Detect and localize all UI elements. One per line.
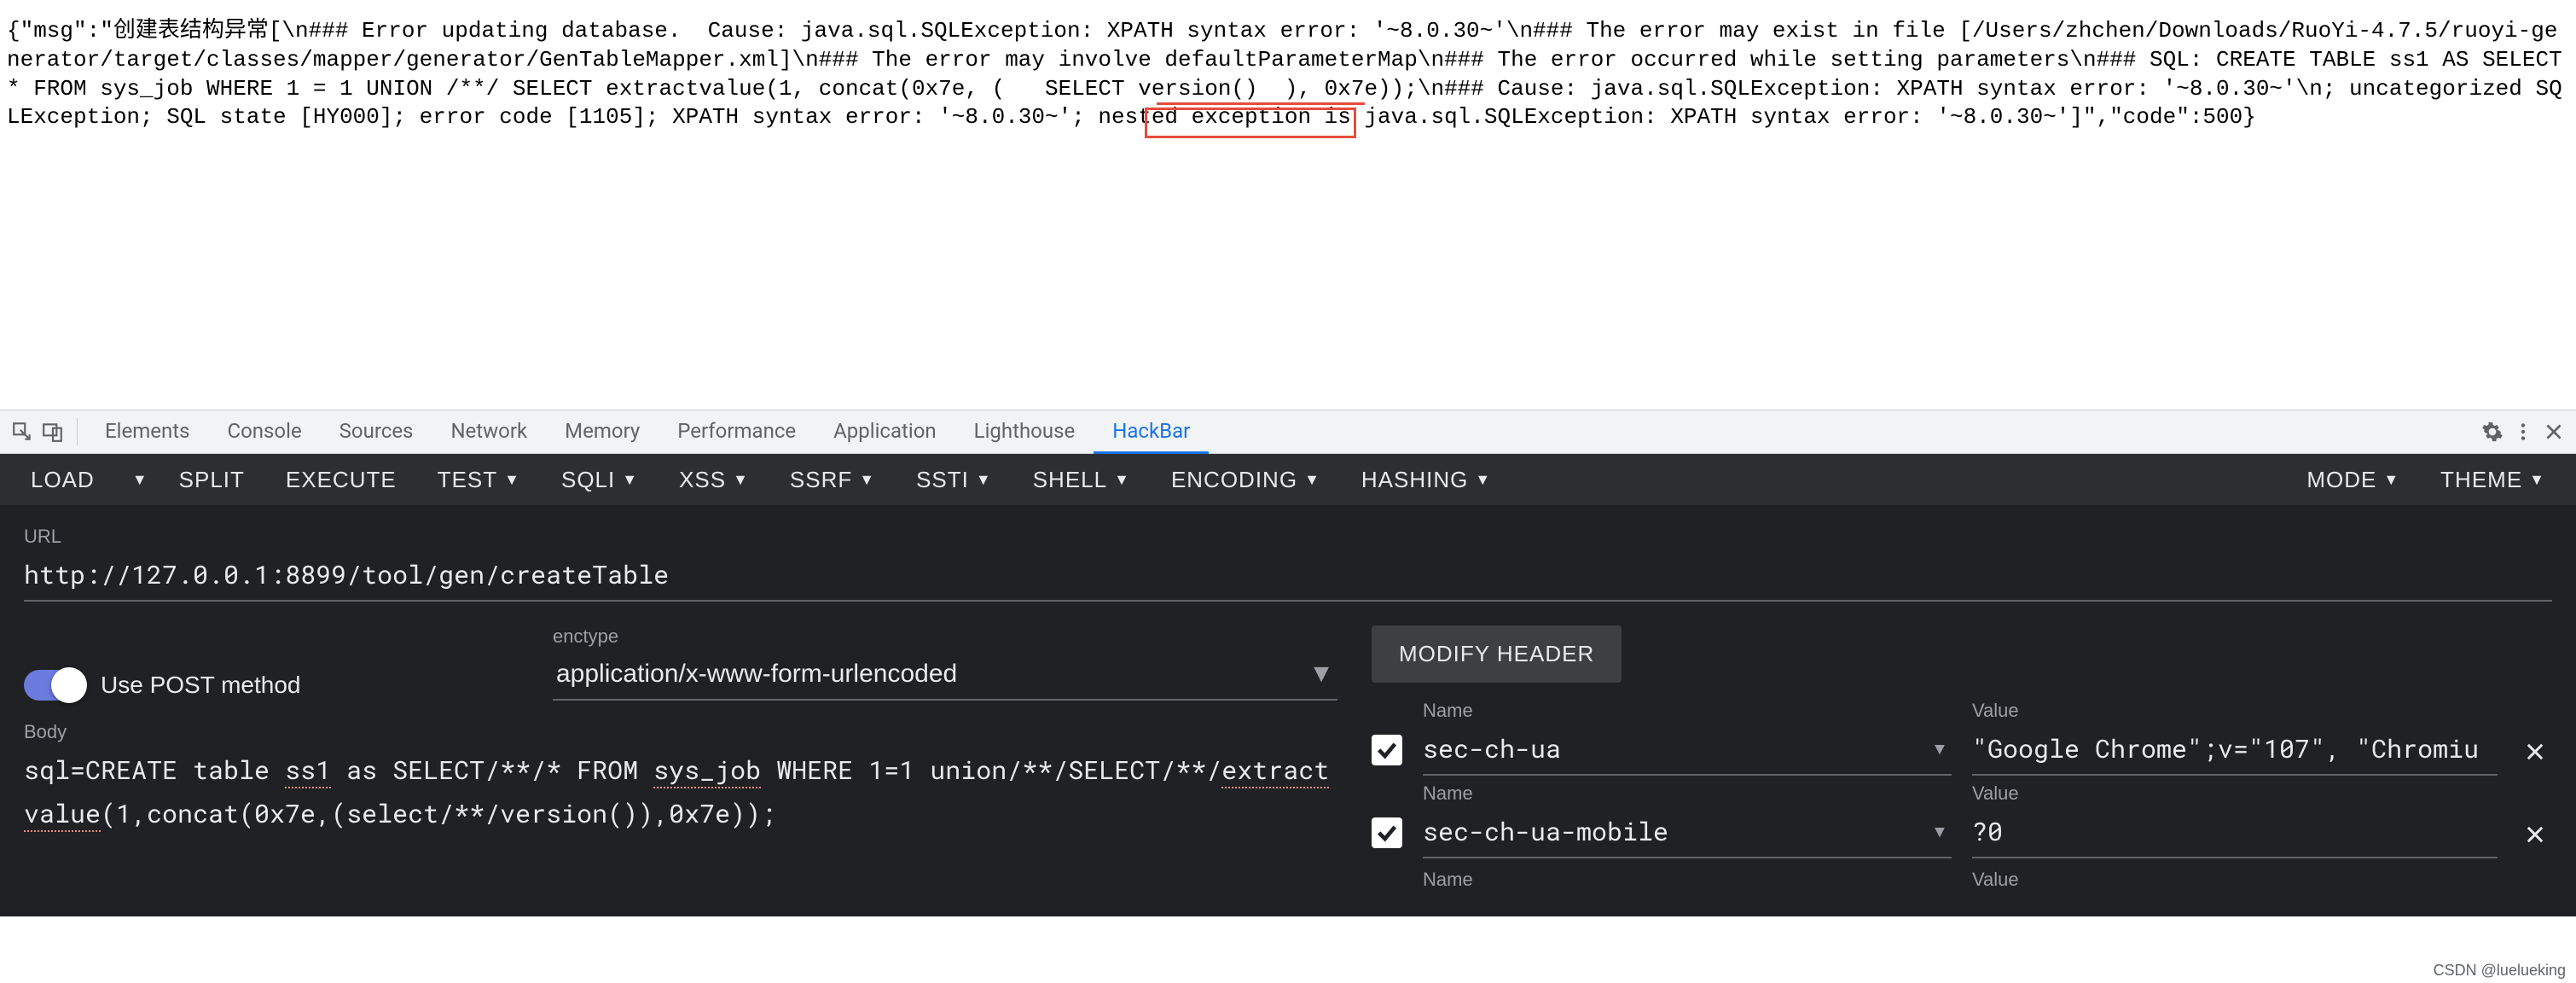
- settings-icon[interactable]: [2477, 416, 2508, 447]
- tab-console[interactable]: Console: [208, 410, 320, 454]
- header-value-input[interactable]: [1972, 810, 2498, 858]
- post-method-toggle[interactable]: [24, 670, 84, 701]
- chevron-down-icon: ▼: [1308, 660, 1334, 689]
- split-button[interactable]: SPLIT: [159, 454, 265, 505]
- header-row: Name ▼ Value: [1372, 782, 2552, 858]
- header-row: Name ▼ Value: [1372, 700, 2552, 776]
- header-value-input[interactable]: [1972, 727, 2498, 776]
- enctype-value: application/x-www-form-urlencoded: [556, 660, 957, 689]
- close-devtools-icon[interactable]: [2538, 416, 2569, 447]
- xss-button[interactable]: XSS▼: [659, 454, 769, 505]
- enctype-select[interactable]: application/x-www-form-urlencoded ▼: [553, 653, 1337, 701]
- watermark: CSDN @luelueking: [2434, 962, 2566, 980]
- chevron-down-icon[interactable]: ▼: [1935, 820, 1945, 843]
- execute-button[interactable]: EXECUTE: [265, 454, 417, 505]
- header-checkbox[interactable]: [1372, 735, 1402, 765]
- tab-memory[interactable]: Memory: [546, 410, 659, 454]
- ssrf-button[interactable]: SSRF▼: [769, 454, 896, 505]
- tab-hackbar[interactable]: HackBar: [1094, 410, 1209, 454]
- header-checkbox[interactable]: [1372, 817, 1402, 848]
- remove-header-icon[interactable]: [2518, 735, 2552, 769]
- tab-sources[interactable]: Sources: [321, 410, 432, 454]
- chevron-down-icon[interactable]: ▼: [1935, 737, 1945, 760]
- header-name-label: Name: [1423, 869, 1952, 891]
- device-toggle-icon[interactable]: [38, 416, 68, 447]
- body-label: Body: [24, 721, 1337, 743]
- tab-elements[interactable]: Elements: [86, 410, 208, 454]
- hackbar-toolbar: LOAD ▼ SPLIT EXECUTE TEST▼ SQLI▼ XSS▼ SS…: [0, 454, 2576, 505]
- sqli-button[interactable]: SQLI▼: [541, 454, 659, 505]
- tab-lighthouse[interactable]: Lighthouse: [955, 410, 1094, 454]
- inspect-icon[interactable]: [7, 416, 38, 447]
- header-value-label: Value: [1972, 700, 2498, 722]
- header-name-input[interactable]: [1423, 727, 1952, 776]
- test-button[interactable]: TEST▼: [417, 454, 541, 505]
- post-toggle-label: Use POST method: [101, 672, 300, 699]
- more-icon[interactable]: [2508, 416, 2538, 447]
- header-name-label: Name: [1423, 782, 1952, 805]
- mode-button[interactable]: MODE▼: [2286, 454, 2420, 505]
- url-input[interactable]: [24, 553, 2552, 602]
- tab-network[interactable]: Network: [432, 410, 546, 454]
- hashing-button[interactable]: HASHING▼: [1341, 454, 1511, 505]
- hackbar-panel: LOAD ▼ SPLIT EXECUTE TEST▼ SQLI▼ XSS▼ SS…: [0, 454, 2576, 916]
- tab-application[interactable]: Application: [815, 410, 955, 454]
- page-response: {"msg":"创建表结构异常[\n### Error updating dat…: [0, 0, 2576, 410]
- url-label: URL: [24, 526, 2552, 548]
- shell-button[interactable]: SHELL▼: [1012, 454, 1151, 505]
- devtools-tabbar: Elements Console Sources Network Memory …: [0, 410, 2576, 454]
- hackbar-body: URL Use POST method enctype application/…: [0, 505, 2576, 916]
- error-message-text: {"msg":"创建表结构异常[\n### Error updating dat…: [7, 17, 2569, 132]
- separator: [77, 418, 78, 445]
- tab-performance[interactable]: Performance: [659, 410, 815, 454]
- header-name-input[interactable]: [1423, 810, 1952, 858]
- headers-list: Name ▼ Value: [1372, 700, 2552, 896]
- header-row: Name Value: [1372, 869, 2552, 896]
- post-toggle-row: Use POST method: [24, 670, 553, 701]
- enctype-label: enctype: [553, 625, 1337, 648]
- ssti-button[interactable]: SSTI▼: [896, 454, 1012, 505]
- remove-header-icon[interactable]: [2518, 817, 2552, 852]
- modify-header-button[interactable]: MODIFY HEADER: [1372, 625, 1622, 683]
- header-name-label: Name: [1423, 700, 1952, 722]
- header-value-label: Value: [1972, 782, 2498, 805]
- load-button[interactable]: LOAD: [10, 454, 115, 505]
- encoding-button[interactable]: ENCODING▼: [1151, 454, 1341, 505]
- body-textarea[interactable]: sql=CREATE table ss1 as SELECT/**/* FROM…: [24, 748, 1337, 835]
- load-caret[interactable]: ▼: [115, 454, 159, 505]
- theme-button[interactable]: THEME▼: [2420, 454, 2566, 505]
- header-value-label: Value: [1972, 869, 2498, 891]
- url-section: URL: [24, 526, 2552, 602]
